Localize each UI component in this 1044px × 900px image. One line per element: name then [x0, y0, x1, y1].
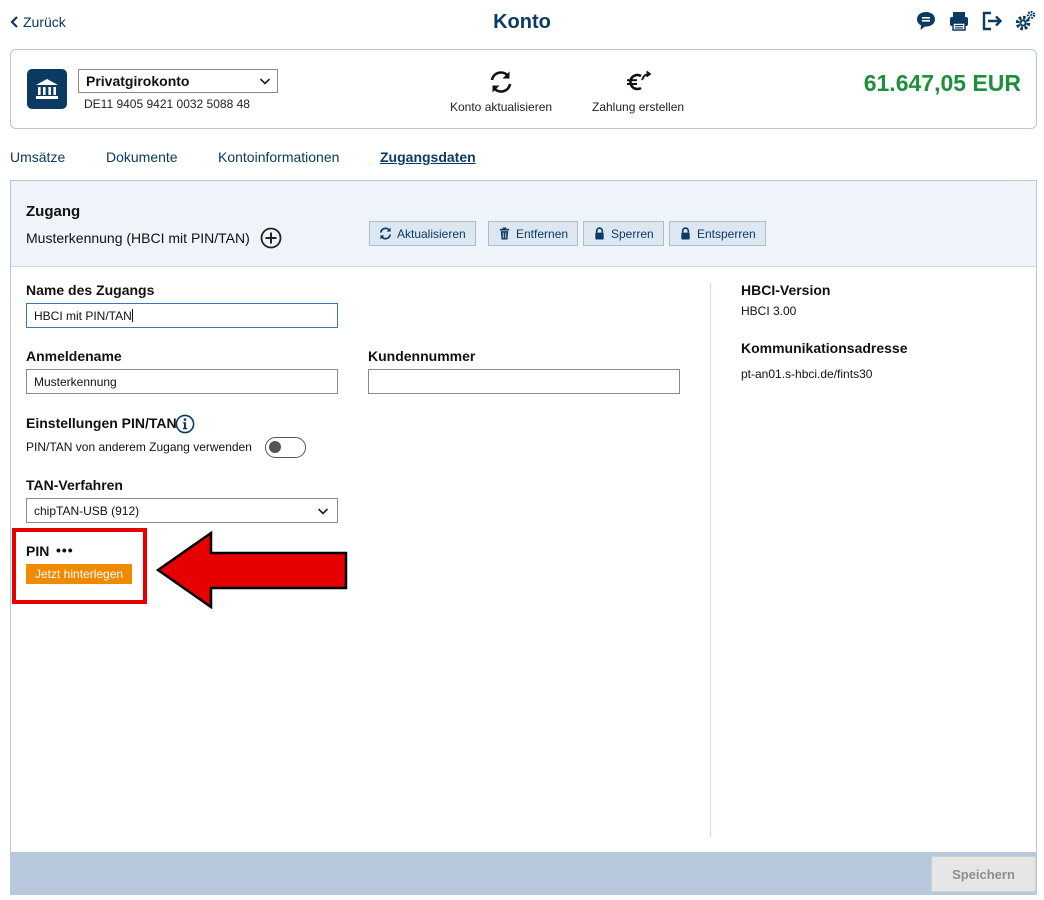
info-icon[interactable] — [175, 414, 195, 434]
pintan-toggle[interactable] — [265, 437, 306, 458]
lock-icon — [595, 227, 604, 240]
account-iban: DE11 9405 9421 0032 5088 48 — [84, 97, 250, 111]
tab-umsaetze[interactable]: Umsätze — [10, 149, 65, 165]
text-cursor — [131, 309, 133, 322]
refresh-access-label: Aktualisieren — [397, 226, 466, 241]
highlight-box — [12, 528, 147, 604]
top-icon-bar — [915, 10, 1036, 32]
chevron-down-icon — [259, 78, 271, 85]
tab-dokumente[interactable]: Dokumente — [106, 149, 178, 165]
account-card: Privatgirokonto DE11 9405 9421 0032 5088… — [10, 49, 1037, 129]
tan-method-value: chipTAN-USB (912) — [34, 504, 140, 518]
create-payment-label: Zahlung erstellen — [592, 100, 685, 114]
access-subtitle: Musterkennung (HBCI mit PIN/TAN) — [26, 230, 250, 246]
tab-zugangsdaten[interactable]: Zugangsdaten — [380, 149, 476, 165]
account-name: Privatgirokonto — [86, 73, 190, 89]
pintan-toggle-label: PIN/TAN von anderem Zugang verwenden — [26, 440, 252, 454]
bank-icon — [27, 69, 67, 109]
comm-address-value: pt-an01.s-hbci.de/fints30 — [741, 367, 873, 381]
access-name-input[interactable]: HBCI mit PIN/TAN — [26, 303, 338, 328]
hbci-version-label: HBCI-Version — [741, 282, 831, 298]
refresh-access-button[interactable]: Aktualisieren — [369, 221, 476, 246]
remove-access-label: Entfernen — [516, 226, 569, 241]
lock-access-button[interactable]: Sperren — [583, 221, 664, 246]
customer-number-input[interactable] — [368, 369, 680, 394]
access-panel: Zugang Musterkennung (HBCI mit PIN/TAN) … — [10, 180, 1037, 853]
footer-bar: Speichern — [10, 852, 1037, 895]
page-title: Konto — [493, 11, 551, 33]
account-balance: 61.647,05 EUR — [863, 70, 1021, 96]
add-access-icon[interactable] — [260, 227, 282, 249]
unlock-access-button[interactable]: Entsperren — [669, 221, 766, 246]
tan-method-label: TAN-Verfahren — [26, 477, 123, 493]
account-select[interactable]: Privatgirokonto — [78, 69, 278, 93]
euro-transfer-icon — [627, 70, 652, 91]
comm-address-label: Kommunikationsadresse — [741, 340, 908, 356]
chat-icon[interactable] — [915, 10, 937, 32]
login-name-label: Anmeldename — [26, 348, 122, 364]
pintan-settings-label: Einstellungen PIN/TAN — [26, 415, 177, 431]
access-subtitle-row: Musterkennung (HBCI mit PIN/TAN) — [26, 227, 282, 249]
lock-icon — [681, 227, 690, 240]
settings-icon[interactable] — [1014, 10, 1036, 32]
logout-icon[interactable] — [981, 10, 1003, 32]
toggle-knob — [269, 441, 281, 453]
access-name-value: HBCI mit PIN/TAN — [34, 309, 132, 323]
access-name-label: Name des Zugangs — [26, 282, 155, 298]
lock-access-label: Sperren — [611, 226, 654, 241]
trash-icon — [499, 227, 510, 240]
refresh-icon — [380, 227, 391, 240]
tan-method-select[interactable]: chipTAN-USB (912) — [26, 498, 338, 523]
remove-access-button[interactable]: Entfernen — [488, 221, 579, 246]
chevron-down-icon — [317, 508, 329, 515]
refresh-account-label: Konto aktualisieren — [450, 100, 553, 114]
save-button[interactable]: Speichern — [931, 856, 1036, 892]
refresh-icon — [490, 71, 512, 93]
access-header: Zugang Musterkennung (HBCI mit PIN/TAN) … — [11, 181, 1036, 267]
customer-number-label: Kundennummer — [368, 348, 476, 364]
refresh-account-button[interactable]: Konto aktualisieren — [450, 70, 552, 114]
top-bar: Zurück Konto — [0, 0, 1044, 44]
printer-icon[interactable] — [948, 10, 970, 32]
hbci-version-value: HBCI 3.00 — [741, 304, 797, 318]
create-payment-button[interactable]: Zahlung erstellen — [592, 70, 684, 114]
arrow-left-icon — [156, 531, 348, 609]
tab-kontoinformationen[interactable]: Kontoinformationen — [218, 149, 339, 165]
unlock-access-label: Entsperren — [697, 226, 756, 241]
access-title: Zugang — [26, 203, 81, 220]
column-divider — [710, 283, 711, 837]
login-name-input[interactable]: Musterkennung — [26, 369, 338, 394]
